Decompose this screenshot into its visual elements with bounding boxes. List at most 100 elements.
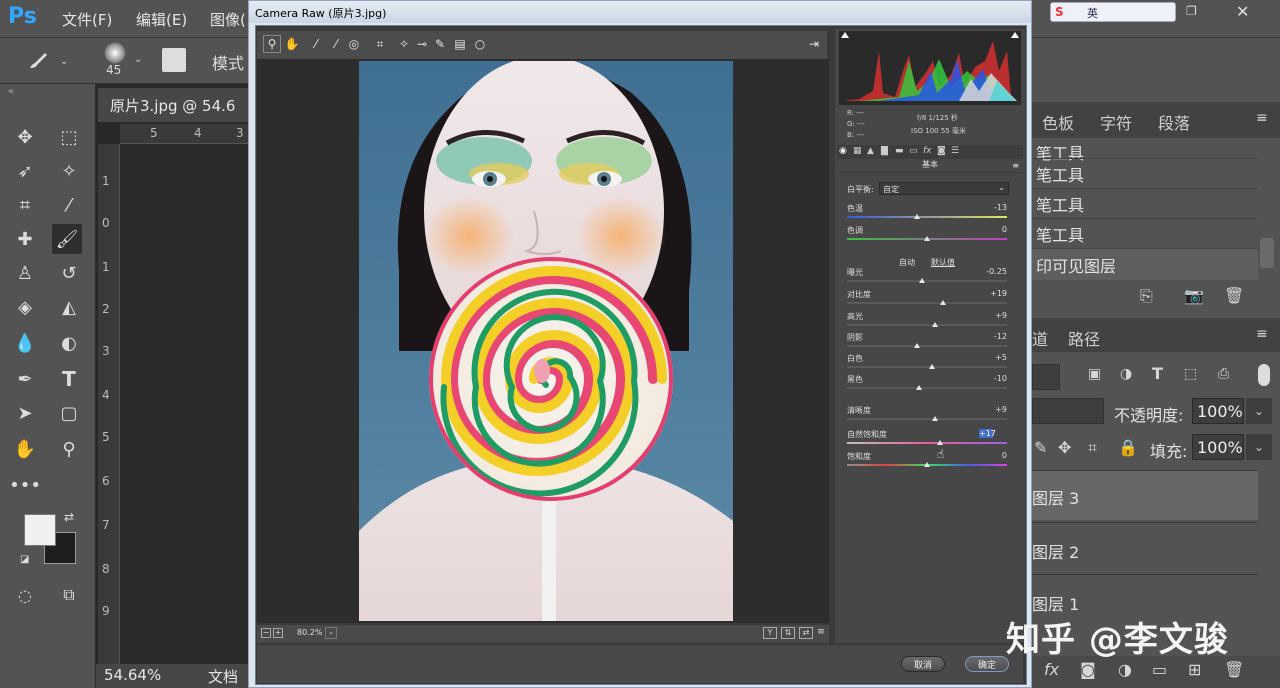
lock-all-icon[interactable]: 🔒 — [1118, 438, 1138, 457]
presets-tab-icon[interactable]: ☰ — [951, 146, 959, 156]
brush-preview-icon[interactable] — [104, 42, 126, 64]
shape-filter-icon[interactable]: ⬚ — [1184, 366, 1197, 382]
filter-toggle[interactable] — [1258, 364, 1270, 386]
tab-paragraph[interactable]: 段落 — [1158, 110, 1190, 134]
auto-link[interactable]: 自动 — [899, 257, 915, 268]
slider-value[interactable]: -0.25 — [967, 267, 1007, 276]
fx-tab-icon[interactable]: fx — [923, 146, 932, 156]
menu-edit[interactable]: 编辑(E) — [136, 9, 187, 30]
marquee-tool-icon[interactable]: ⬚ — [54, 122, 84, 152]
chevron-down-icon[interactable]: ⌄ — [60, 56, 68, 67]
chevron-down-icon[interactable]: ⌄ — [325, 627, 337, 639]
slider-thumb[interactable] — [936, 440, 943, 445]
crop-tool-icon[interactable]: ⌗ — [371, 35, 389, 53]
folder-icon[interactable]: ▭ — [1152, 660, 1167, 679]
highlight-clipping-warning-icon[interactable] — [1011, 32, 1019, 38]
graduated-filter-icon[interactable]: ▤ — [451, 35, 469, 53]
layer-filter-dropdown[interactable] — [1032, 364, 1060, 390]
slider-value[interactable]: +9 — [967, 311, 1007, 320]
slider-value[interactable]: +5 — [967, 353, 1007, 362]
type-filter-icon[interactable]: T — [1152, 364, 1163, 383]
history-item[interactable]: 笔工具 — [1032, 218, 1258, 248]
slider-track[interactable] — [847, 387, 1007, 389]
chevron-down-icon[interactable]: ⌄ — [1246, 398, 1272, 424]
eyedropper-icon[interactable]: ⁄ — [54, 190, 84, 220]
ime-toolbar[interactable]: S 英 — [1050, 2, 1176, 22]
menu-file[interactable]: 文件(F) — [62, 9, 112, 30]
new-snapshot-icon[interactable]: ⎘ — [1140, 286, 1153, 306]
red-eye-icon[interactable]: ⊸ — [413, 35, 431, 53]
add-mask-icon[interactable]: ◙ — [1080, 660, 1096, 679]
more-tools-icon[interactable]: ••• — [9, 470, 41, 500]
hsl-tab-icon[interactable]: ▇ — [881, 146, 888, 156]
eraser-tool-icon[interactable]: ◈ — [10, 292, 40, 322]
zoom-tool-icon[interactable]: ⚲ — [54, 434, 84, 464]
detail-tab-icon[interactable]: ▲ — [867, 146, 874, 156]
type-tool-icon[interactable]: T — [54, 364, 84, 394]
smart-object-filter-icon[interactable]: ⎙ — [1218, 366, 1229, 382]
before-after-y-icon[interactable]: Y — [763, 627, 777, 639]
document-tab[interactable]: 原片3.jpg @ 54.6 — [98, 88, 258, 122]
cancel-button[interactable]: 取消 — [901, 656, 945, 672]
slider-thumb[interactable] — [932, 322, 938, 327]
layer-row[interactable]: 图层 2 — [1032, 522, 1258, 574]
slider-track[interactable] — [847, 216, 1007, 218]
slider-track[interactable] — [847, 345, 1007, 347]
camera-calibration-tab-icon[interactable]: ◙ — [937, 146, 946, 156]
tab-swatches[interactable]: 色板 — [1042, 110, 1074, 134]
move-tool-icon[interactable]: ✥ — [10, 122, 40, 152]
slider-track[interactable] — [847, 302, 1007, 304]
slider-value[interactable]: 0 — [967, 451, 1007, 460]
screen-mode-icon[interactable]: ⧉ — [54, 580, 84, 610]
panel-menu-icon[interactable]: ≡ — [1256, 110, 1268, 126]
slider-thumb[interactable] — [916, 385, 922, 390]
shape-tool-icon[interactable]: ▢ — [54, 398, 84, 428]
lock-brush-icon[interactable]: ✎ — [1034, 438, 1047, 457]
color-sampler-icon[interactable]: ⁄ — [327, 35, 345, 53]
history-item[interactable]: 笔工具 — [1032, 188, 1258, 218]
default-link[interactable]: 默认值 — [931, 257, 955, 268]
blend-mode-dropdown[interactable] — [1032, 398, 1104, 424]
slider-track[interactable] — [847, 442, 1007, 444]
spot-removal-icon[interactable]: ✧ — [395, 35, 413, 53]
history-item-selected[interactable]: 印可见图层 — [1032, 248, 1258, 280]
slider-value[interactable]: 0 — [967, 225, 1007, 234]
lens-tab-icon[interactable]: ▭ — [909, 146, 918, 156]
pen-tool-icon[interactable]: ✒ — [10, 364, 40, 394]
clone-stamp-icon[interactable]: ♙ — [10, 258, 40, 288]
collapse-icon[interactable]: « — [8, 86, 14, 97]
camera-icon[interactable]: 📷 — [1184, 286, 1204, 305]
targeted-adjustment-icon[interactable]: ◎ — [345, 35, 363, 53]
slider-thumb[interactable] — [932, 416, 938, 421]
chevron-down-icon[interactable]: ⌄ — [1246, 434, 1272, 460]
slider-value[interactable]: +17 — [979, 429, 996, 438]
white-balance-dropdown[interactable]: 自定 ⌄ — [879, 182, 1009, 195]
quick-mask-icon[interactable]: ◌ — [10, 580, 40, 610]
layer-row-selected[interactable]: 图层 3 — [1032, 470, 1258, 520]
history-brush-icon[interactable]: ↺ — [54, 258, 84, 288]
shadow-clipping-warning-icon[interactable] — [841, 32, 849, 38]
blur-tool-icon[interactable]: 💧 — [10, 328, 40, 358]
path-selection-icon[interactable]: ➤ — [10, 398, 40, 428]
slider-thumb[interactable] — [940, 300, 946, 305]
slider-thumb[interactable] — [928, 364, 935, 369]
slider-track[interactable] — [847, 418, 1007, 420]
paint-bucket-icon[interactable]: ◭ — [54, 292, 84, 322]
lock-artboard-icon[interactable]: ⌗ — [1088, 438, 1097, 458]
chevron-down-icon[interactable]: ⌄ — [134, 54, 142, 65]
slider-thumb[interactable] — [914, 214, 921, 219]
new-layer-icon[interactable]: ⊞ — [1188, 660, 1201, 679]
open-preferences-icon[interactable]: ⇥ — [805, 35, 823, 53]
radial-filter-icon[interactable]: ○ — [471, 35, 489, 53]
canvas[interactable] — [120, 144, 250, 664]
zoom-level-value[interactable]: 80.2% — [297, 628, 322, 637]
preview-photo[interactable] — [359, 61, 733, 621]
swap-colors-icon[interactable]: ⇄ — [64, 510, 74, 524]
settings-menu-icon[interactable]: ≡ — [815, 627, 827, 639]
zoom-in-icon[interactable]: + — [273, 628, 283, 638]
slider-value[interactable]: +9 — [967, 405, 1007, 414]
zoom-out-icon[interactable]: − — [261, 628, 271, 638]
hand-tool-icon[interactable]: ✋ — [283, 35, 301, 53]
slider-value[interactable]: +19 — [967, 289, 1007, 298]
lasso-tool-icon[interactable]: ➶ — [10, 156, 40, 186]
